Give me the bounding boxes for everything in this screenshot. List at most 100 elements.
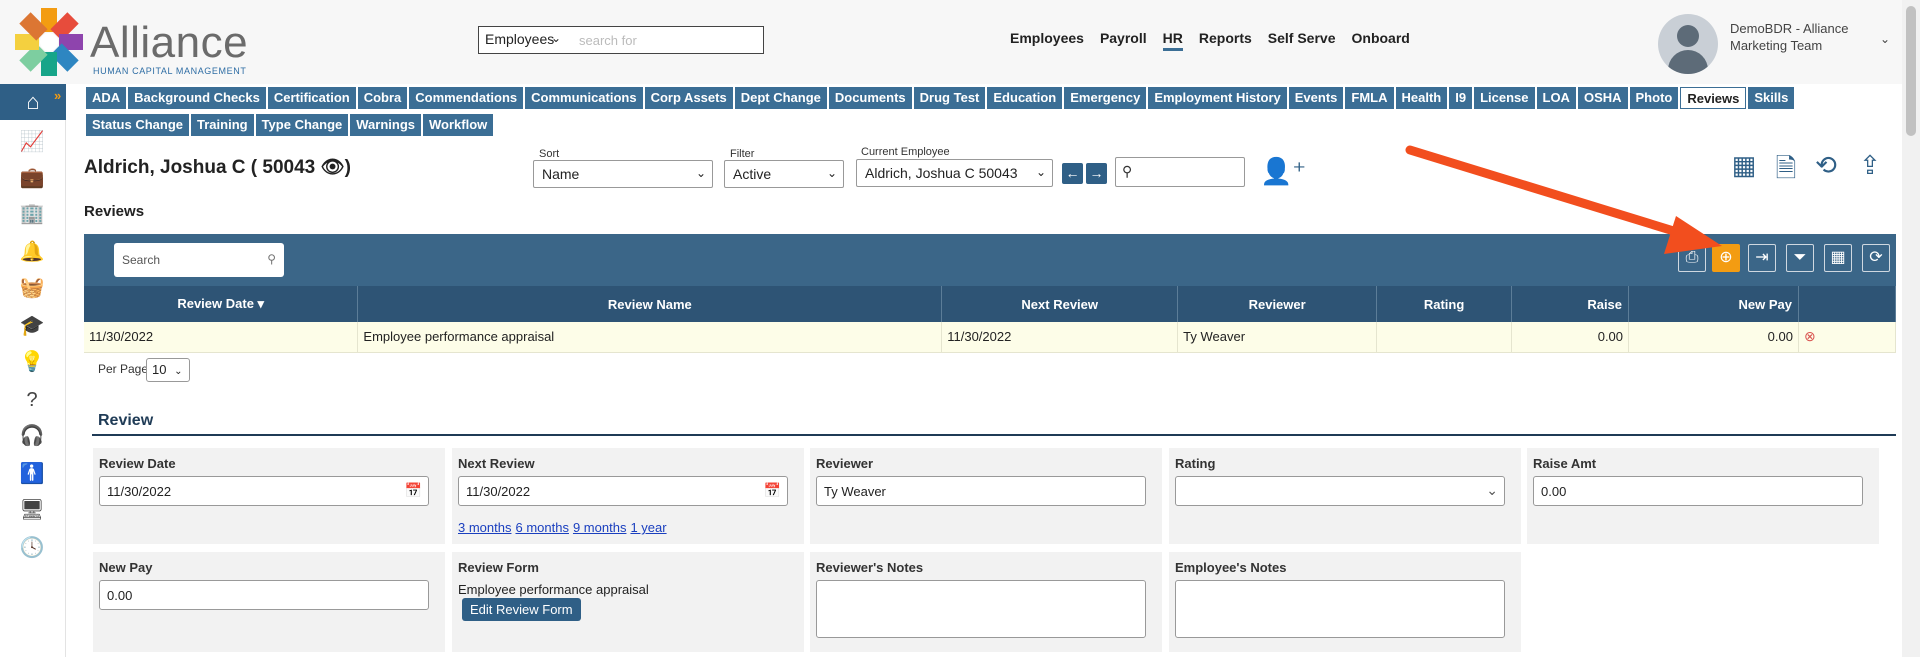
monitor-icon[interactable]: 🖥 — [18, 496, 46, 524]
link-1-year[interactable]: 1 year — [630, 520, 666, 535]
reviewer-input[interactable]: Ty Weaver — [816, 476, 1146, 506]
tab-osha[interactable]: OSHA — [1577, 87, 1628, 109]
search-scope-select[interactable]: Employees ⌄ — [478, 26, 568, 54]
tab-background-checks[interactable]: Background Checks — [128, 87, 266, 109]
column-header-review-date[interactable]: Review Date ▾ — [84, 286, 359, 322]
tab-loa[interactable]: LOA — [1536, 87, 1576, 109]
tab-dept-change[interactable]: Dept Change — [734, 87, 827, 109]
column-header-new-pay[interactable]: New Pay — [1628, 286, 1799, 322]
link-6-months[interactable]: 6 months — [515, 520, 568, 535]
tab-certification[interactable]: Certification — [267, 87, 356, 109]
alliance-logo[interactable]: Alliance HUMAN CAPITAL MANAGEMENT — [10, 4, 260, 80]
briefcase-icon[interactable]: 💼 — [18, 164, 46, 192]
delete-row-icon[interactable]: ⊗ — [1804, 328, 1816, 344]
page-scrollbar[interactable] — [1902, 0, 1920, 657]
tab-reviews[interactable]: Reviews — [1680, 87, 1747, 109]
review-date-input[interactable]: 11/30/2022 📅 — [99, 476, 429, 506]
user-avatar[interactable] — [1658, 14, 1718, 74]
raise-input[interactable]: 0.00 — [1533, 476, 1863, 506]
lightbulb-icon[interactable]: 💡 — [18, 348, 46, 376]
next-review-input[interactable]: 11/30/2022 📅 — [458, 476, 788, 506]
columns-icon[interactable]: ▦ — [1824, 244, 1852, 272]
tab-training[interactable]: Training — [191, 114, 254, 136]
nav-hr[interactable]: HR — [1162, 30, 1183, 51]
expand-sidebar-icon[interactable]: » — [54, 88, 61, 103]
column-header-reviewer[interactable]: Reviewer — [1177, 286, 1378, 322]
link-3-months[interactable]: 3 months — [458, 520, 511, 535]
document-icon[interactable]: 🗎 — [1770, 150, 1802, 184]
scrollbar-thumb[interactable] — [1906, 6, 1916, 136]
tab-drug-test[interactable]: Drug Test — [913, 87, 986, 109]
calendar-icon[interactable]: 📅 — [405, 482, 422, 499]
tab-employment-history[interactable]: Employment History — [1148, 87, 1287, 109]
nav-onboard[interactable]: Onboard — [1352, 30, 1410, 51]
tab-license[interactable]: License — [1474, 87, 1535, 109]
column-header-raise[interactable]: Raise — [1511, 286, 1630, 322]
bell-icon[interactable]: 🔔 — [18, 238, 46, 266]
tab-warnings[interactable]: Warnings — [350, 114, 421, 136]
building-icon[interactable]: 🏢 — [18, 200, 46, 228]
tab-ada[interactable]: ADA — [86, 87, 127, 109]
tab-emergency[interactable]: Emergency — [1064, 87, 1147, 109]
person-icon[interactable]: 🚹 — [18, 460, 46, 488]
print-icon[interactable]: ⎙ — [1678, 244, 1706, 272]
headphones-icon[interactable]: 🎧 — [18, 422, 46, 450]
upload-icon[interactable]: ⇪ — [1854, 150, 1886, 184]
tab-status-change[interactable]: Status Change — [86, 114, 190, 136]
rating-select[interactable]: ⌄ — [1175, 476, 1505, 506]
tab-i9[interactable]: I9 — [1449, 87, 1473, 109]
tab-workflow[interactable]: Workflow — [423, 114, 494, 136]
user-name[interactable]: DemoBDR - Alliance Marketing Team — [1730, 20, 1849, 54]
nav-employees[interactable]: Employees — [1010, 30, 1084, 51]
tab-corp-assets[interactable]: Corp Assets — [644, 87, 733, 109]
edit-review-form-button[interactable]: Edit Review Form — [462, 598, 581, 621]
filter-icon[interactable]: ⏷ — [1786, 244, 1814, 272]
history-icon[interactable]: ⟲ — [1810, 150, 1842, 184]
column-header-rating[interactable]: Rating — [1376, 286, 1513, 322]
next-employee-button[interactable]: → — [1086, 163, 1107, 184]
reviewer-notes-textarea[interactable] — [816, 580, 1146, 638]
per-page-select[interactable]: 10 ⌄ — [146, 358, 190, 382]
tab-commendations[interactable]: Commendations — [409, 87, 524, 109]
tab-type-change[interactable]: Type Change — [255, 114, 349, 136]
graduation-cap-icon[interactable]: 🎓 — [18, 312, 46, 340]
refresh-icon[interactable]: ⟳ — [1862, 244, 1890, 272]
tab-education[interactable]: Education — [987, 87, 1063, 109]
nav-reports[interactable]: Reports — [1199, 30, 1252, 51]
employee-notes-textarea[interactable] — [1175, 580, 1505, 638]
tab-communications[interactable]: Communications — [525, 87, 643, 109]
add-employee-icon[interactable]: 👤⁺ — [1260, 156, 1306, 187]
global-search-input[interactable]: search for — [567, 26, 764, 54]
analytics-icon[interactable]: 📈 — [18, 128, 46, 156]
tab-documents[interactable]: Documents — [828, 87, 912, 109]
column-header-review-name[interactable]: Review Name — [357, 286, 943, 322]
grid-layout-icon[interactable]: ▦ — [1728, 150, 1760, 184]
user-menu-chevron-icon[interactable]: ⌄ — [1880, 32, 1890, 46]
table-row[interactable]: 11/30/2022 Employee performance appraisa… — [84, 322, 1897, 353]
help-icon[interactable]: ? — [18, 386, 46, 414]
filter-select[interactable]: Active ⌄ — [724, 160, 844, 188]
clock-icon[interactable]: 🕓 — [18, 534, 46, 562]
previous-employee-button[interactable]: ← — [1062, 163, 1083, 184]
employee-search-input[interactable]: ⚲ — [1115, 157, 1245, 187]
tab-health[interactable]: Health — [1395, 87, 1448, 109]
export-icon[interactable]: ⇥ — [1748, 244, 1776, 272]
tab-cobra[interactable]: Cobra — [357, 87, 408, 109]
add-record-button[interactable]: ⊕ — [1712, 244, 1740, 272]
tab-events[interactable]: Events — [1288, 87, 1344, 109]
basket-icon[interactable]: 🧺 — [18, 274, 46, 302]
tab-fmla[interactable]: FMLA — [1345, 87, 1394, 109]
current-employee-select[interactable]: Aldrich, Joshua C 50043 ⌄ — [856, 159, 1053, 187]
grid-search-input[interactable]: Search ⚲ — [114, 243, 284, 277]
tab-skills[interactable]: Skills — [1748, 87, 1795, 109]
link-9-months[interactable]: 9 months — [573, 520, 626, 535]
sort-select[interactable]: Name ⌄ — [533, 160, 713, 188]
current-employee-value: Aldrich, Joshua C 50043 — [865, 165, 1018, 181]
eye-icon[interactable]: 👁 — [321, 157, 345, 178]
nav-self-serve[interactable]: Self Serve — [1268, 30, 1336, 51]
tab-photo[interactable]: Photo — [1629, 87, 1679, 109]
column-header-next-review[interactable]: Next Review — [941, 286, 1179, 322]
nav-payroll[interactable]: Payroll — [1100, 30, 1147, 51]
new-pay-input[interactable]: 0.00 — [99, 580, 429, 610]
calendar-icon[interactable]: 📅 — [764, 482, 781, 499]
